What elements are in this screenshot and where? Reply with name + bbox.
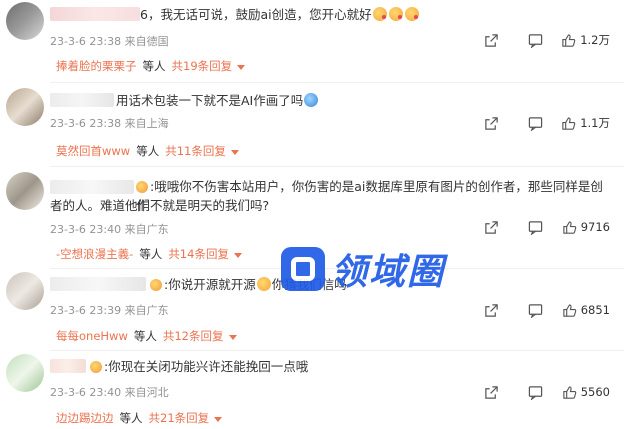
chevron-down-icon[interactable] [237,64,246,70]
reply-summary[interactable]: 捧着脸的栗栗子 等人 共19条回复 [56,58,246,74]
kiss-emoji-icon [404,7,419,21]
share-icon[interactable] [481,113,501,133]
reply-count-link[interactable]: 共21条回复 [149,410,210,426]
reply-summary[interactable]: 每每oneHww 等人 共12条回复 [56,328,237,344]
comment-meta: 23-3-6 23:40 来自广东 [50,223,169,236]
like-count: 1.1万 [580,116,610,130]
kiss-emoji-icon [388,7,403,21]
avatar[interactable] [6,354,44,392]
comment-meta: 23-3-6 23:38 来自德国 [50,35,169,48]
comment-actions: 9716 [458,217,610,237]
badge-emoji-icon [136,181,148,193]
thumbs-up-icon [562,116,576,130]
thumbs-up-icon [563,220,577,234]
reply-count-link[interactable]: 共14条回复 [168,246,229,262]
chevron-down-icon[interactable] [214,416,223,422]
avatar[interactable] [6,272,44,310]
like-button[interactable]: 9716 [562,220,610,235]
kiss-emoji-icon [372,7,387,21]
share-icon[interactable] [482,382,502,402]
comment-icon[interactable] [525,30,545,50]
username-blurred[interactable] [50,7,140,21]
avatar[interactable] [6,88,44,126]
comment-text: 用话术包装一下就不是AI作画了吗 [116,91,319,110]
badge-emoji-icon [150,279,162,291]
chevron-down-icon[interactable] [230,149,239,155]
avatar[interactable] [6,172,44,210]
username-blurred[interactable] [50,359,86,373]
divider [50,82,624,83]
like-button[interactable]: 1.1万 [561,115,610,131]
divider [50,350,624,351]
comment-icon[interactable] [526,300,546,320]
like-count: 1.2万 [580,33,610,47]
reply-user[interactable]: 莫然回首www [56,143,130,159]
watermark-text: 领域圈 [331,252,446,293]
share-icon[interactable] [481,30,501,50]
reply-count-link[interactable]: 共19条回复 [172,58,233,74]
comment-text-line2: 者的人。难道他们不就是明天的我们吗? [50,198,270,213]
thumbs-up-icon [563,303,577,317]
comment-meta: 23-3-6 23:39 来自广东 [50,304,169,317]
comment-icon[interactable] [526,382,546,402]
comment-actions: 6851 [458,300,610,320]
reply-summary[interactable]: 莫然回首www 等人 共11条回复 [56,143,239,159]
comment-meta: 23-3-6 23:40 来自河北 [50,386,169,399]
reply-user[interactable]: -空想浪漫主義- [56,246,133,262]
watermark-logo-icon [281,247,325,291]
comment-actions: 5560 [458,382,610,402]
like-button[interactable]: 6851 [562,303,610,318]
chevron-down-icon[interactable] [233,252,242,258]
comment-text: :你现在关闭功能兴许还能挽回一点哦 [90,357,308,376]
doraemon-emoji-icon [304,93,319,107]
username-blurred[interactable] [50,93,114,107]
reply-user[interactable]: 边边踢边边 [56,410,114,426]
reply-user[interactable]: 每每oneHww [56,328,128,344]
reply-user[interactable]: 捧着脸的栗栗子 [56,58,137,74]
reply-summary[interactable]: 边边踢边边 等人 共21条回复 [56,410,223,426]
thumbs-up-icon [563,385,577,399]
reply-count-link[interactable]: 共12条回复 [163,328,224,344]
comment-meta: 23-3-6 23:38 来自上海 [50,117,169,130]
comment-actions: 1.2万 [457,30,610,50]
reply-count-link[interactable]: 共11条回复 [165,143,226,159]
share-icon[interactable] [482,217,502,237]
username-blurred[interactable] [50,180,134,194]
comment-icon[interactable] [526,217,546,237]
badge-emoji-icon [90,361,102,373]
share-icon[interactable] [482,300,502,320]
comment-text: 6，我无话可说，鼓励ai创造，您开心就好 [140,5,420,24]
avatar[interactable] [6,2,44,40]
username-blurred[interactable] [50,277,146,291]
comment-icon[interactable] [525,113,545,133]
thumbs-up-icon [562,33,576,47]
smile-emoji-icon [256,277,271,291]
divider [50,166,624,167]
chevron-down-icon[interactable] [228,334,237,340]
like-count: 9716 [580,220,610,234]
like-count: 6851 [580,303,610,317]
like-count: 5560 [580,385,610,399]
reply-summary[interactable]: -空想浪漫主義- 等人 共14条回复 [56,246,242,262]
like-button[interactable]: 1.2万 [561,32,610,48]
comment-actions: 1.1万 [457,113,610,133]
like-button[interactable]: 5560 [562,385,610,400]
watermark: 领域圈 [281,243,445,295]
